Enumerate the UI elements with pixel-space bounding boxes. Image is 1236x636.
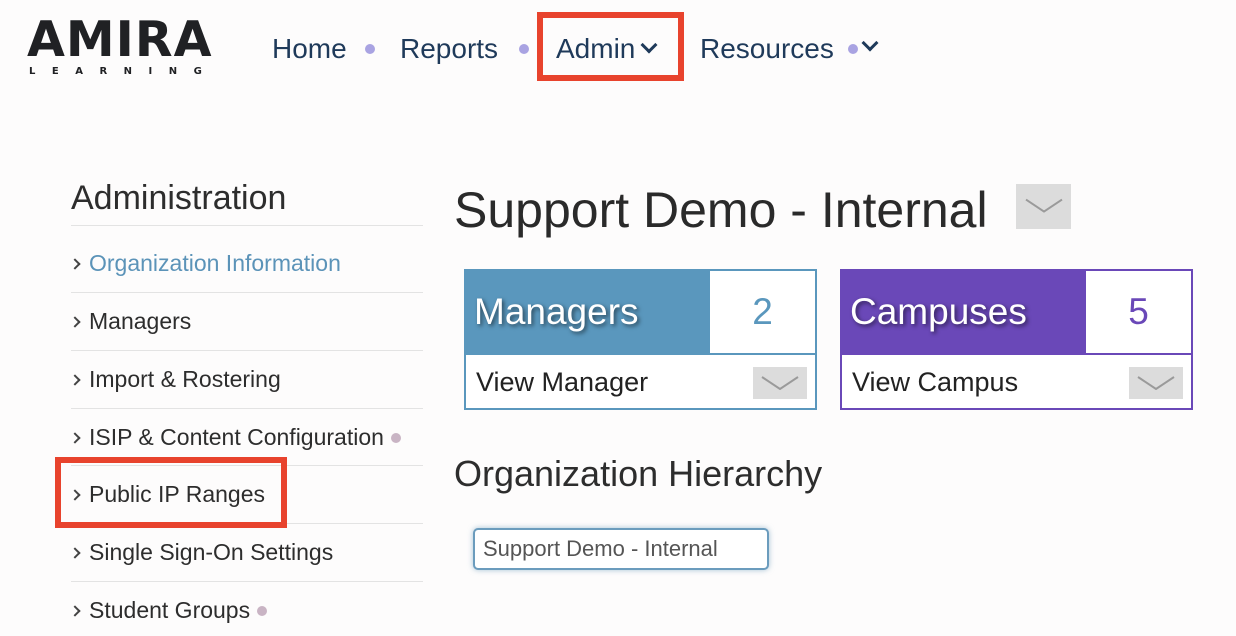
campuses-card: Campuses 5 View Campus — [840, 269, 1193, 410]
sidebar-item-student-groups[interactable]: Student Groups — [69, 581, 423, 636]
amira-learning-logo[interactable]: AMIRA LEARNING — [27, 14, 223, 80]
sidebar-item-isip-content-configuration[interactable]: ISIP & Content Configuration — [69, 408, 423, 466]
chevron-down-icon — [1024, 198, 1063, 213]
campuses-card-label: Campuses — [842, 271, 1086, 353]
chevron-right-icon — [69, 432, 81, 444]
sidebar-item-label: Single Sign-On Settings — [89, 539, 334, 565]
nav-home-label: Home — [272, 33, 347, 64]
nav-separator-dot — [365, 44, 375, 54]
view-campus-label: View Campus — [852, 367, 1019, 397]
status-dot — [257, 606, 268, 616]
hierarchy-root-node[interactable]: Support Demo - Internal — [473, 528, 769, 570]
nav-separator-dot — [519, 44, 529, 54]
logo-wordmark: AMIRA — [27, 11, 213, 68]
campuses-count: 5 — [1128, 291, 1149, 332]
sidebar-item-import-rostering[interactable]: Import & Rostering — [69, 350, 423, 408]
nav-resources-label: Resources — [700, 33, 834, 64]
organization-dropdown-toggle[interactable] — [1016, 184, 1071, 229]
hierarchy-title: Organization Hierarchy — [454, 453, 823, 494]
view-manager-row[interactable]: View Manager — [466, 353, 815, 408]
managers-card: Managers 2 View Manager — [464, 269, 817, 410]
chevron-down-icon[interactable] — [861, 34, 879, 52]
sidebar-item-label: Managers — [89, 308, 192, 334]
view-campus-toggle[interactable] — [1129, 367, 1183, 399]
nav-admin[interactable]: Admin — [556, 26, 658, 72]
nav-resources[interactable]: Resources — [700, 26, 834, 72]
nav-admin-label: Admin — [556, 33, 636, 64]
chevron-right-icon — [69, 489, 81, 501]
sidebar-item-label: Student Groups — [89, 597, 251, 623]
sidebar-item-single-sign-on-settings[interactable]: Single Sign-On Settings — [69, 523, 423, 581]
nav-home[interactable]: Home — [272, 26, 347, 72]
logo-subtext: LEARNING — [29, 66, 219, 77]
view-manager-toggle[interactable] — [753, 367, 807, 399]
organization-title: Support Demo - Internal — [454, 182, 988, 238]
nav-separator-dot — [848, 44, 858, 54]
divider — [71, 225, 423, 226]
chevron-down-icon — [761, 376, 799, 390]
chevron-right-icon — [69, 547, 81, 559]
managers-card-label: Managers — [466, 271, 710, 353]
sidebar-item-label: ISIP & Content Configuration — [89, 424, 384, 450]
chevron-right-icon — [69, 605, 81, 617]
chevron-down-icon — [1137, 376, 1175, 390]
chevron-right-icon — [69, 374, 81, 386]
sidebar-item-public-ip-ranges[interactable]: Public IP Ranges — [69, 465, 423, 523]
chevron-right-icon — [69, 258, 81, 270]
sidebar-title: Administration — [71, 179, 287, 217]
sidebar-item-label: Public IP Ranges — [89, 481, 266, 507]
nav-reports-label: Reports — [400, 33, 499, 64]
chevron-right-icon — [69, 316, 81, 328]
nav-reports[interactable]: Reports — [400, 26, 498, 72]
sidebar-item-label: Import & Rostering — [89, 366, 281, 392]
sidebar-item-label: Organization Information — [89, 250, 341, 276]
sidebar-item-organization-information[interactable]: Organization Information — [69, 234, 423, 292]
view-campus-row[interactable]: View Campus — [842, 353, 1191, 408]
status-dot — [390, 433, 401, 443]
sidebar-item-managers[interactable]: Managers — [69, 292, 423, 350]
view-manager-label: View Manager — [476, 367, 649, 397]
chevron-down-icon — [640, 36, 658, 54]
managers-count: 2 — [752, 291, 773, 332]
